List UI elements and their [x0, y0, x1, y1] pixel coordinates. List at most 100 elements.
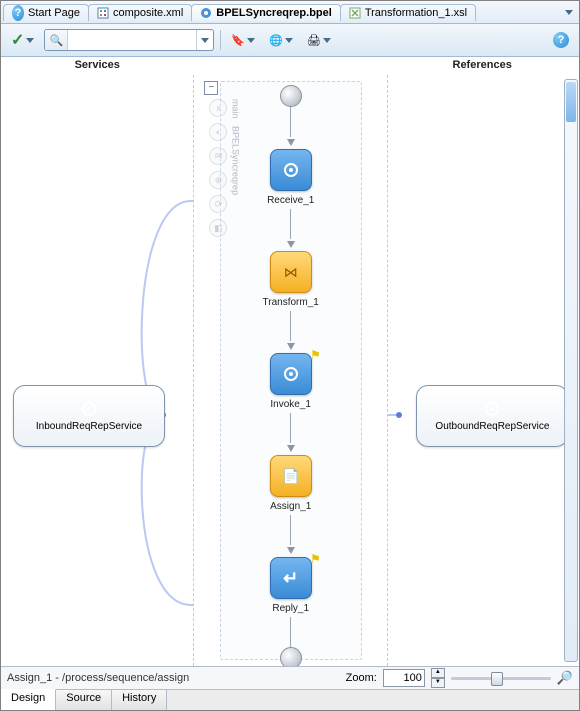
assign-icon: 📄 — [282, 468, 299, 485]
bookmark-icon: 🔖 — [231, 34, 245, 47]
process-flow: Receive_1 ⋈ Transform_1 ⚑ Invoke_1 — [231, 85, 351, 666]
print-button[interactable]: 🖨 — [303, 32, 335, 49]
receive-activity[interactable]: Receive_1 — [267, 149, 314, 206]
chevron-down-icon — [285, 38, 293, 43]
app-window: ? Start Page composite.xml BPELSyncreqre… — [0, 0, 580, 711]
palette-item-icon[interactable]: ◧ — [209, 219, 227, 237]
bpel-file-icon — [200, 7, 212, 19]
gear-icon — [282, 365, 300, 383]
arrow-down-icon — [287, 445, 295, 452]
binoculars-icon: 🔍 — [45, 30, 68, 50]
chevron-down-icon — [26, 38, 34, 43]
gear-icon — [483, 400, 501, 418]
zoom-slider[interactable] — [451, 671, 551, 685]
invoke-activity[interactable]: ⚑ Invoke_1 — [270, 353, 312, 410]
center-header — [193, 57, 385, 75]
editor-tabs: ? Start Page composite.xml BPELSyncreqre… — [1, 1, 579, 24]
tab-composite-xml[interactable]: composite.xml — [88, 4, 192, 21]
start-event[interactable] — [280, 85, 302, 107]
help-icon: ? — [553, 32, 569, 48]
tab-label: Source — [66, 692, 101, 704]
search-input[interactable] — [68, 31, 196, 49]
selection-path: Assign_1 - /process/sequence/assign — [7, 672, 340, 684]
xsl-file-icon — [349, 7, 361, 19]
tab-history[interactable]: History — [112, 690, 167, 710]
status-bar: Assign_1 - /process/sequence/assign Zoom… — [1, 666, 579, 689]
palette-item-icon[interactable]: x — [209, 99, 227, 117]
references-lane: OutboundReqRepService — [388, 75, 579, 666]
tab-label: History — [122, 692, 156, 704]
node-label: Invoke_1 — [270, 399, 311, 410]
tab-label: Start Page — [28, 7, 80, 19]
reply-activity[interactable]: ↵ ⚑ Reply_1 — [270, 557, 312, 614]
help-icon: ? — [12, 7, 24, 19]
references-header: References — [386, 57, 578, 75]
tab-bpel-file[interactable]: BPELSyncreqrep.bpel — [191, 4, 341, 21]
partner-label: InboundReqRepService — [36, 421, 142, 432]
transform-icon: ⋈ — [284, 264, 298, 281]
editor-toolbar: ✓ 🔍 🔖 🌐 🖨 ? — [1, 24, 579, 57]
validate-button[interactable]: ✓ — [7, 28, 38, 52]
services-lane: InboundReqRepService — [1, 75, 193, 666]
arrow-down-icon — [287, 241, 295, 248]
flag-icon: ⚑ — [310, 552, 321, 566]
minus-icon: − — [209, 83, 215, 93]
xml-file-icon — [97, 7, 109, 19]
partner-label: OutboundReqRepService — [435, 421, 549, 432]
overview-scrollbar[interactable] — [564, 79, 578, 662]
node-label: Receive_1 — [267, 195, 314, 206]
view-tabs: Design Source History — [1, 689, 579, 710]
services-header: Services — [1, 57, 193, 75]
zoom-step-down-button[interactable]: ▼ — [431, 678, 445, 688]
arrow-down-icon — [287, 139, 295, 146]
tab-source[interactable]: Source — [56, 690, 112, 710]
tab-label: Design — [11, 692, 45, 704]
zoom-spinner: ▲ ▼ — [431, 668, 445, 688]
end-event[interactable] — [280, 647, 302, 666]
zoom-step-up-button[interactable]: ▲ — [431, 668, 445, 678]
palette-item-icon[interactable]: ◐ — [209, 123, 227, 141]
tab-label: BPELSyncreqrep.bpel — [216, 7, 332, 19]
tab-design[interactable]: Design — [1, 689, 56, 710]
inbound-service[interactable]: InboundReqRepService — [13, 385, 165, 447]
palette-item-icon[interactable]: ✉ — [209, 147, 227, 165]
reply-icon: ↵ — [283, 568, 298, 589]
chevron-down-icon — [323, 38, 331, 43]
gear-icon — [282, 161, 300, 179]
node-label: Reply_1 — [272, 603, 309, 614]
tab-label: Transformation_1.xsl — [365, 7, 467, 19]
search-dropdown-button[interactable] — [196, 30, 213, 50]
collapse-toggle[interactable]: − — [204, 81, 218, 95]
tab-overflow-button[interactable] — [561, 10, 577, 15]
magnifier-icon: 🔎 — [557, 670, 573, 685]
outbound-reference[interactable]: OutboundReqRepService — [416, 385, 568, 447]
transform-activity[interactable]: ⋈ Transform_1 — [263, 251, 319, 308]
globe-icon: 🌐 — [269, 34, 283, 47]
flag-icon: ⚑ — [310, 348, 321, 362]
node-label: Assign_1 — [270, 501, 311, 512]
bookmark-button[interactable]: 🔖 — [227, 32, 259, 49]
process-lane: − x ◐ ✉ ⊕ ⟳ ◧ main BPELSyncreqrep Receiv… — [193, 75, 387, 666]
tab-label: composite.xml — [113, 7, 183, 19]
design-canvas[interactable]: InboundReqRepService − x ◐ ✉ ⊕ ⟳ ◧ main … — [1, 75, 579, 666]
tab-transformation-xsl[interactable]: Transformation_1.xsl — [340, 4, 476, 21]
zoom-slider-thumb[interactable] — [491, 672, 503, 686]
palette-item-icon[interactable]: ⊕ — [209, 171, 227, 189]
zoom-fit-button[interactable]: 🔎 — [557, 670, 573, 686]
activity-palette: x ◐ ✉ ⊕ ⟳ ◧ — [209, 99, 227, 237]
chevron-down-icon — [247, 38, 255, 43]
assign-activity[interactable]: 📄 Assign_1 — [270, 455, 312, 512]
arrow-down-icon — [287, 547, 295, 554]
node-label: Transform_1 — [263, 297, 319, 308]
overview-thumb[interactable] — [566, 82, 576, 122]
browse-button[interactable]: 🌐 — [265, 32, 297, 49]
check-icon: ✓ — [11, 30, 24, 50]
palette-item-icon[interactable]: ⟳ — [209, 195, 227, 213]
search-combo: 🔍 — [44, 29, 214, 51]
zoom-input[interactable] — [383, 669, 425, 687]
tab-start-page[interactable]: ? Start Page — [3, 4, 89, 21]
print-icon: 🖨 — [307, 34, 321, 47]
lane-headers: Services References — [1, 57, 579, 75]
zoom-label: Zoom: — [346, 672, 377, 684]
help-button[interactable]: ? — [549, 30, 573, 50]
